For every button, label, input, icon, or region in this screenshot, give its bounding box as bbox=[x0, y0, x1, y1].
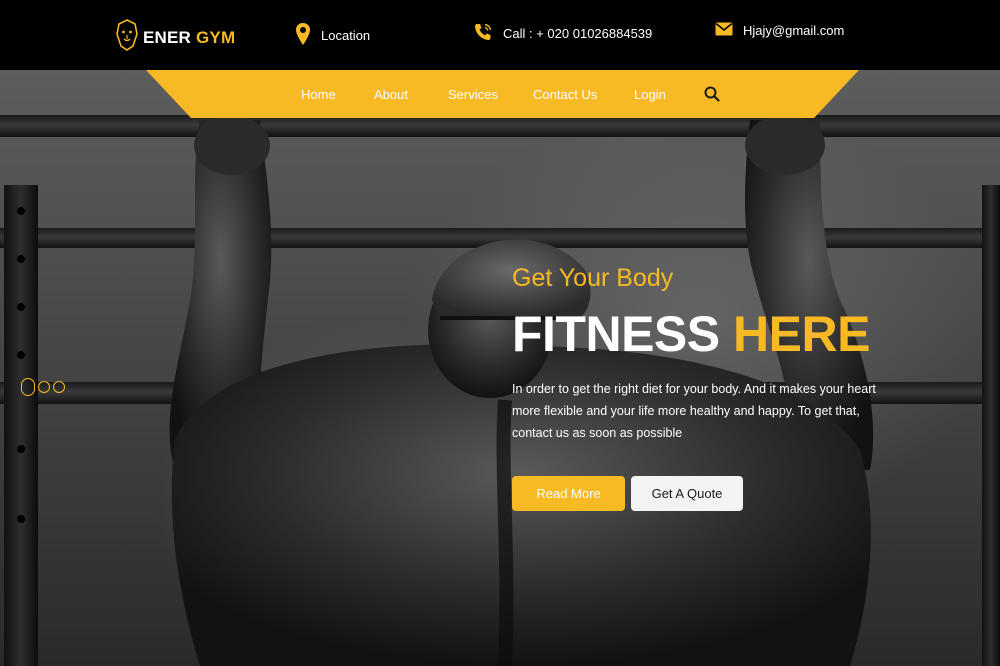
location-link[interactable]: Location bbox=[295, 22, 370, 49]
hero-headline: FITNESS HERE bbox=[512, 305, 870, 363]
location-text: Location bbox=[321, 28, 371, 43]
search-icon[interactable] bbox=[704, 86, 720, 105]
read-more-button[interactable]: Read More bbox=[512, 476, 625, 511]
slider-dot-2[interactable] bbox=[38, 381, 50, 393]
brand-name: ENER GYM bbox=[143, 27, 236, 47]
slider-dot-3[interactable] bbox=[53, 381, 65, 393]
phone-text: Call : + 020 01026884539 bbox=[503, 26, 653, 41]
phone-icon bbox=[473, 22, 493, 45]
envelope-icon bbox=[715, 22, 733, 39]
slider-indicators bbox=[21, 378, 65, 396]
headline-accent: HERE bbox=[733, 306, 870, 362]
nav-login[interactable]: Login bbox=[634, 87, 666, 102]
main-navigation: Home About Services Contact Us Login bbox=[146, 70, 859, 118]
brand-logo[interactable]: ENER GYM bbox=[115, 18, 235, 57]
lion-head-icon bbox=[115, 18, 139, 57]
nav-contact-us[interactable]: Contact Us bbox=[533, 87, 597, 102]
phone-link[interactable]: Call : + 020 01026884539 bbox=[473, 22, 652, 45]
email-link[interactable]: Hjajy@gmail.com bbox=[715, 22, 844, 39]
email-text: Hjajy@gmail.com bbox=[743, 23, 845, 38]
hero-subtitle: Get Your Body bbox=[512, 264, 674, 292]
slider-dot-1[interactable] bbox=[21, 378, 35, 396]
page: ENER GYM Location Call : + 020 010268845… bbox=[0, 0, 1000, 666]
nav-about[interactable]: About bbox=[374, 87, 408, 102]
nav-services[interactable]: Services bbox=[448, 87, 498, 102]
map-pin-icon bbox=[295, 22, 311, 49]
top-contact-bar: ENER GYM Location Call : + 020 010268845… bbox=[0, 0, 1000, 70]
nav-home[interactable]: Home bbox=[301, 87, 336, 102]
get-a-quote-button[interactable]: Get A Quote bbox=[631, 476, 743, 511]
hero-description: In order to get the right diet for your … bbox=[512, 382, 876, 440]
headline-white: FITNESS bbox=[512, 306, 720, 362]
